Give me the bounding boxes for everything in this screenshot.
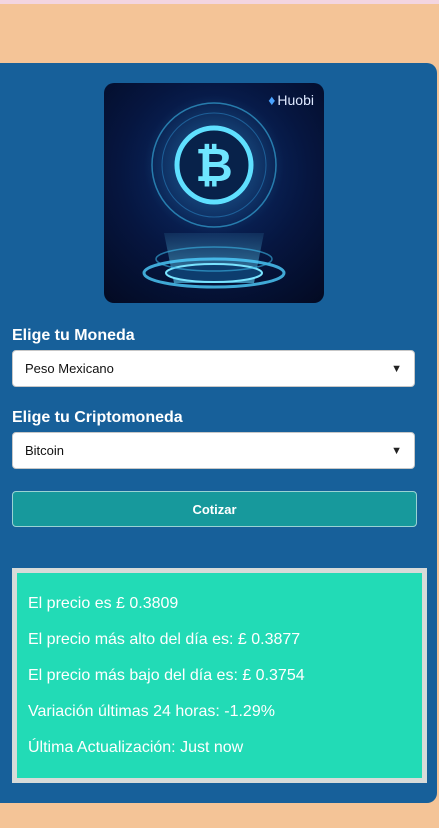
change-24h-text: Variación últimas 24 horas: -1.29% [28, 703, 275, 720]
svg-text:₿: ₿ [195, 138, 233, 192]
chevron-down-icon: ▼ [391, 362, 402, 375]
currency-label: Elige tu Moneda [12, 327, 135, 344]
chevron-down-icon: ▼ [391, 444, 402, 457]
crypto-select-value: Bitcoin [25, 443, 65, 458]
crypto-select[interactable]: Bitcoin ▼ [12, 432, 415, 469]
last-updated-text: Última Actualización: Just now [28, 739, 244, 756]
crypto-label: Elige tu Criptomoneda [12, 409, 183, 426]
high-price-text: El precio más alto del día es: £ 0.3877 [28, 631, 301, 648]
huobi-logo: ♦ Huobi [268, 92, 314, 108]
price-text: El precio es £ 0.3809 [28, 595, 179, 612]
currency-select-value: Peso Mexicano [25, 361, 114, 376]
low-price-text: El precio más bajo del día es: £ 0.3754 [28, 667, 305, 684]
bitcoin-hero-image: ♦ Huobi ₿ [104, 83, 324, 303]
quote-card: ♦ Huobi ₿ Elige tu Moneda Peso Mexicano … [0, 63, 437, 803]
quote-result-panel: El precio es £ 0.3809 El precio más alto… [12, 568, 427, 783]
currency-select[interactable]: Peso Mexicano ▼ [12, 350, 415, 387]
top-strip [0, 0, 439, 4]
bitcoin-hologram-icon: ₿ [142, 95, 286, 289]
huobi-flame-icon: ♦ [268, 92, 276, 108]
cotizar-button[interactable]: Cotizar [12, 491, 417, 527]
